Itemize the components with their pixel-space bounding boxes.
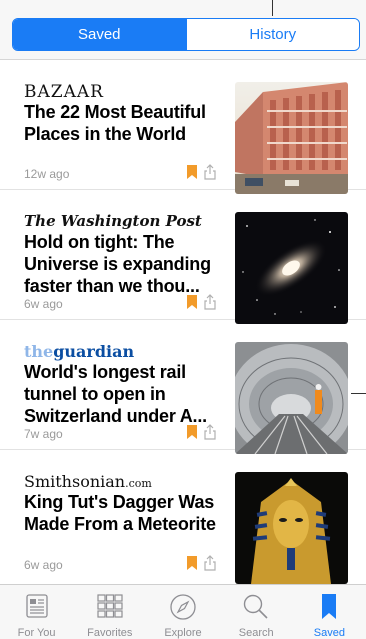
article-headline[interactable]: The 22 Most Beautiful Places in the Worl… [24,101,224,145]
tab-label: Saved [313,627,345,639]
article-thumbnail-tunnel[interactable] [235,342,348,454]
bookmark-icon [322,594,337,619]
tab-label: Favorites [87,627,133,639]
article-age: 6w ago [24,558,63,572]
source-logo-name: Smithsonian [24,472,126,491]
tab-search[interactable]: Search [220,585,293,639]
callout-line [272,0,273,16]
article-age: 7w ago [24,427,63,441]
share-icon[interactable] [203,164,217,180]
search-icon [244,594,268,619]
tab-explore[interactable]: Explore [146,585,219,639]
source-logo-guardian: theguardian [24,342,135,361]
source-logo-smithsonian: Smithsonian.com [24,472,152,491]
article-age: 6w ago [24,297,63,311]
tab-label: Search [238,627,274,639]
tab-label: Explore [164,627,202,639]
article-age: 12w ago [24,167,70,181]
bookmark-icon[interactable] [187,425,197,439]
share-icon[interactable] [203,424,217,440]
source-logo-suffix: .com [125,477,152,490]
article-thumbnail-tutankhamun[interactable] [235,472,348,584]
article-row[interactable]: theguardian World's longest rail tunnel … [0,320,366,454]
article-row[interactable]: The Washington Post Hold on tight: The U… [0,190,366,324]
bookmark-icon[interactable] [187,556,197,570]
grid-icon [97,594,123,618]
article-thumbnail-galaxy[interactable] [235,212,348,324]
newspaper-icon [25,594,48,618]
saved-history-segmented-control: Saved History [12,18,360,51]
article-headline[interactable]: Hold on tight: The Universe is expanding… [24,231,224,297]
article-headline[interactable]: World's longest rail tunnel to open in S… [24,361,224,427]
share-icon[interactable] [203,294,217,310]
tab-label: For You [17,627,56,639]
top-bar: Saved History [0,0,366,60]
callout-line [351,393,366,394]
article-thumbnail-palace[interactable] [235,82,348,194]
tab-saved[interactable]: Saved [293,585,366,639]
source-logo-bazaar: BAZAAR [24,82,104,102]
saved-segment-button[interactable]: Saved [13,19,186,50]
bottom-tab-bar: For You Favorites Explore Search Saved [0,584,366,639]
tab-favorites[interactable]: Favorites [73,585,146,639]
tab-for-you[interactable]: For You [0,585,73,639]
source-logo-prefix: the [24,342,54,361]
article-headline[interactable]: King Tut's Dagger Was Made From a Meteor… [24,491,224,535]
source-logo-name: guardian [53,342,135,361]
history-segment-button[interactable]: History [185,19,359,50]
bookmark-icon[interactable] [187,165,197,179]
saved-articles-list: BAZAAR The 22 Most Beautiful Places in t… [0,60,366,584]
share-icon[interactable] [203,555,217,571]
bookmark-icon[interactable] [187,295,197,309]
article-row[interactable]: BAZAAR The 22 Most Beautiful Places in t… [0,60,366,194]
source-logo-washington-post: The Washington Post [24,212,202,230]
compass-icon [170,594,196,620]
article-row[interactable]: Smithsonian.com King Tut's Dagger Was Ma… [0,450,366,584]
